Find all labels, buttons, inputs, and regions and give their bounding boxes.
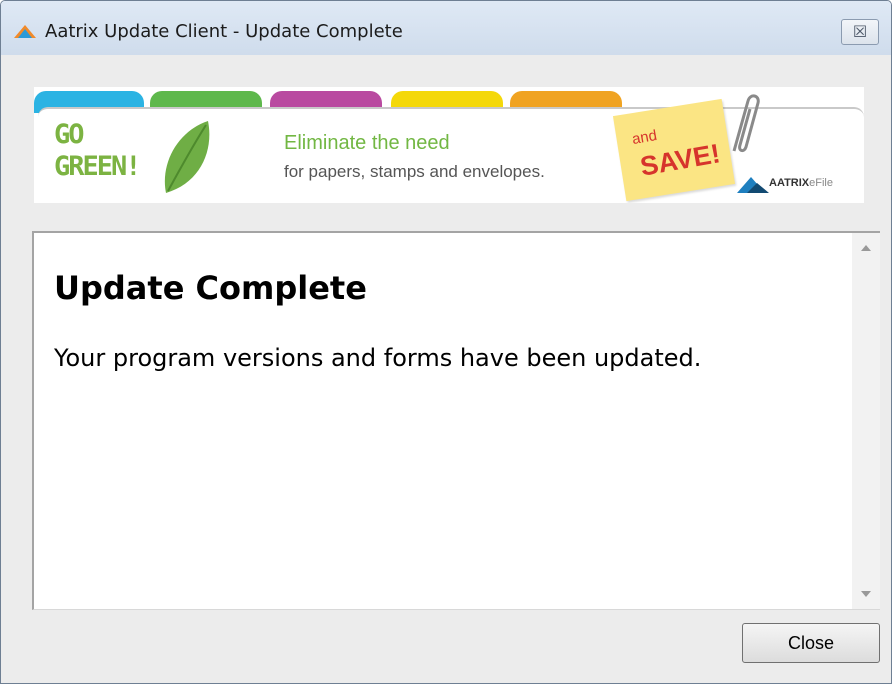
vertical-scrollbar[interactable] [852, 233, 880, 609]
update-client-window: Aatrix Update Client - Update Complete ☒… [0, 0, 892, 684]
banner-subline: for papers, stamps and envelopes. [284, 162, 545, 181]
aatrix-logo-icon [737, 177, 769, 193]
leaf-icon [164, 121, 210, 193]
message-panel: Update Complete Your program versions an… [32, 231, 880, 610]
window-title: Aatrix Update Client - Update Complete [45, 21, 403, 42]
banner-headline: Eliminate the need [284, 132, 450, 154]
scroll-up-arrow-icon[interactable] [861, 245, 871, 251]
update-heading: Update Complete [54, 269, 367, 307]
scroll-down-arrow-icon[interactable] [861, 591, 871, 597]
paperclip-icon [732, 94, 760, 153]
title-bar[interactable]: Aatrix Update Client - Update Complete ☒ [1, 1, 891, 55]
window-close-button[interactable]: ☒ [841, 19, 879, 45]
aatrix-app-icon [14, 25, 36, 38]
aatrix-efile-logo-text: AATRIXeFile [769, 177, 833, 189]
close-icon: ☒ [852, 22, 868, 41]
go-green-text: GO GREEN! [54, 119, 142, 182]
close-button[interactable]: Close [742, 623, 880, 663]
update-message: Your program versions and forms have bee… [54, 344, 702, 372]
go-green-banner: GO GREEN! Eliminate the need for papers,… [34, 87, 864, 203]
